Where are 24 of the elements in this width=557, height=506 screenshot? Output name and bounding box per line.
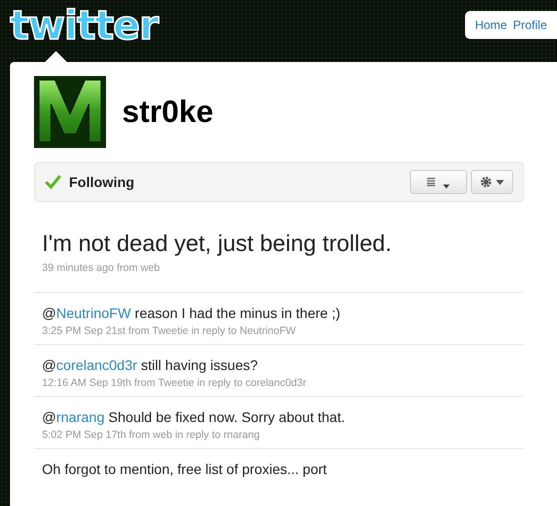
tweet-text: @rnarang Should be fixed now. Sorry about that. (42, 408, 346, 427)
tweet-text: @NeutrinoFW reason I had the minus in there ;) (42, 304, 342, 324)
latest-tweet-text: I'm not dead yet, just being trolled. (42, 229, 393, 258)
tweet-meta: 3:25 PM Sep 21st from Tweetie in reply to NeutrinoFW (42, 324, 297, 340)
tweet-text: Oh forgot to mention, free list of proxies... port (42, 460, 328, 479)
settings-icon (480, 176, 492, 188)
tweet-meta: 5:02 PM Sep 17th from web in reply to rnarang (42, 428, 261, 443)
lists-menu-button[interactable] (410, 170, 467, 194)
tweet-text: @corelanc0d3r still having issues? (42, 356, 259, 375)
following-status[interactable]: Following (69, 172, 134, 192)
screen-name: str0ke (122, 92, 214, 131)
caret-icon (443, 184, 450, 190)
mention-link[interactable]: corelanc0d3r (56, 357, 138, 373)
tweet-meta: 39 minutes ago from web (42, 260, 161, 276)
caret-icon (496, 180, 504, 184)
twitter-logo[interactable]: twitter (10, 6, 158, 62)
nav-link[interactable]: Home (474, 16, 507, 34)
nav-link[interactable]: Profile (512, 16, 547, 34)
mention-link[interactable]: rnarang (56, 408, 104, 425)
mention-link[interactable]: NeutrinoFW (56, 305, 131, 322)
list-icon (427, 177, 436, 187)
settings-menu-button[interactable] (471, 170, 513, 194)
avatar-image (34, 76, 106, 148)
tweet-meta: 12:16 AM Sep 19th from Tweetie in reply to corelanc0d3r (42, 376, 308, 391)
